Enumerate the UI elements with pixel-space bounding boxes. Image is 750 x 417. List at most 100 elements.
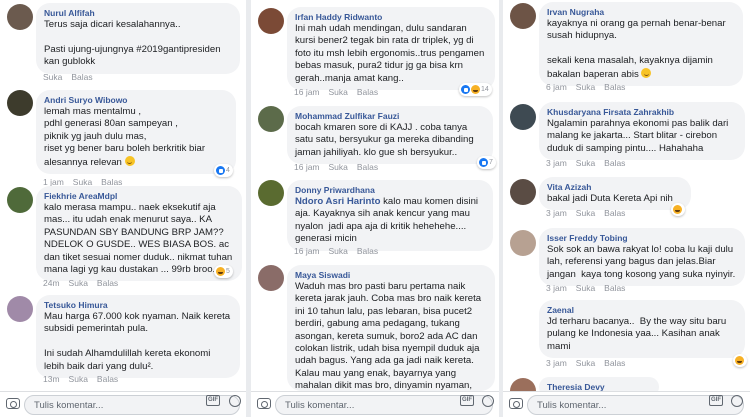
comment-bubble: Isser Freddy Tobing Sok sok an bawa raky… [539, 228, 745, 287]
avatar[interactable] [7, 296, 33, 322]
like-link[interactable]: Suka [69, 278, 88, 288]
commenter-name[interactable]: Vita Azizah [547, 181, 683, 193]
camera-icon[interactable] [509, 398, 523, 409]
avatar[interactable] [7, 187, 33, 213]
reaction-number: 7 [489, 159, 493, 166]
avatar[interactable] [510, 104, 536, 130]
like-link[interactable]: Suka [329, 87, 348, 97]
gif-icon[interactable]: GIF [460, 395, 474, 406]
comment-time[interactable]: 16 jam [294, 162, 320, 172]
camera-icon[interactable] [6, 398, 20, 409]
commenter-name[interactable]: Irvan Nugraha [547, 6, 735, 18]
sticker-icon[interactable] [731, 395, 743, 407]
like-link[interactable]: Suka [329, 162, 348, 172]
comment-text: Ndoro Asri Harinto kalo mau komen disini… [295, 196, 481, 245]
like-link[interactable]: Suka [329, 246, 348, 256]
haha-reaction-icon [216, 267, 225, 276]
commenter-name[interactable]: Khusdaryana Firsata Zahrakhib [547, 106, 737, 118]
avatar[interactable] [510, 179, 536, 205]
gif-icon[interactable]: GIF [709, 395, 723, 406]
reply-link[interactable]: Balas [357, 246, 378, 256]
reaction-count[interactable] [733, 354, 747, 367]
reply-link[interactable]: Balas [604, 158, 625, 168]
comments-panel-3: Irvan Nugraha kayaknya ni orang ga perna… [503, 0, 750, 417]
comment-actions: 13m Suka Balas [43, 374, 127, 384]
commenter-name[interactable]: Zaenal [547, 304, 737, 316]
reply-link[interactable]: Balas [357, 162, 378, 172]
like-link[interactable]: Suka [576, 158, 595, 168]
sticker-icon[interactable] [229, 395, 241, 407]
haha-reaction-icon [673, 205, 682, 214]
commenter-name[interactable]: Irfan Haddy Ridwanto [295, 11, 487, 23]
mention-link[interactable]: Ndoro Asri Harinto [295, 196, 380, 207]
reaction-count[interactable]: 5 [214, 265, 233, 278]
commenter-name[interactable]: Donny Priwardhana [295, 184, 485, 196]
comment-time[interactable]: 3 jam [546, 358, 567, 368]
comment-bubble: Nurul Alfifah Terus saja dicari kesalaha… [36, 3, 240, 74]
smile-emoji [124, 155, 135, 166]
gif-icon[interactable]: GIF [206, 395, 220, 406]
comment-bubble: Fiekhrie AreaMdpl kalo merasa mampu.. na… [36, 186, 242, 282]
laugh-emoji [641, 67, 652, 78]
avatar[interactable] [258, 106, 284, 132]
comment-actions: 3 jam Suka Balas [546, 283, 634, 293]
comments-panel-2: Irfan Haddy Ridwanto Ini mah udah mendin… [251, 0, 499, 417]
comment-time[interactable]: 13m [43, 374, 60, 384]
avatar[interactable] [510, 230, 536, 256]
reply-link[interactable]: Balas [97, 374, 118, 384]
comment-time[interactable]: 3 jam [546, 208, 567, 218]
avatar[interactable] [258, 8, 284, 34]
avatar[interactable] [7, 90, 33, 116]
commenter-name[interactable]: Nurul Alfifah [44, 7, 232, 19]
like-reaction-icon [216, 166, 225, 175]
like-reaction-icon [479, 158, 488, 167]
comment-bubble: Tetsuko Himura Mau harga 67.000 kok nyam… [36, 295, 240, 379]
avatar[interactable] [258, 265, 284, 291]
reaction-count[interactable] [671, 203, 685, 216]
reply-link[interactable]: Balas [604, 208, 625, 218]
reaction-number: 14 [481, 86, 489, 93]
comment-bubble: Maya Siswadi Waduh mas bro pasti baru pe… [287, 265, 495, 391]
like-link[interactable]: Suka [43, 72, 62, 82]
comment-bubble: Donny Priwardhana Ndoro Asri Harinto kal… [287, 180, 493, 251]
like-link[interactable]: Suka [576, 358, 595, 368]
reaction-count[interactable]: 4 [214, 164, 233, 177]
comment-bubble: Zaenal Jd terharu bacanya.. By the way s… [539, 300, 745, 359]
comment-text: Jd terharu bacanya.. By the way situ bar… [547, 316, 729, 352]
comment-time[interactable]: 6 jam [546, 82, 567, 92]
comment-actions: 16 jam Suka Balas [294, 162, 387, 172]
reply-link[interactable]: Balas [604, 283, 625, 293]
comment-time[interactable]: 16 jam [294, 87, 320, 97]
reply-link[interactable]: Balas [604, 82, 625, 92]
commenter-name[interactable]: Tetsuko Himura [44, 299, 232, 311]
commenter-name[interactable]: Maya Siswadi [295, 269, 487, 281]
reply-link[interactable]: Balas [71, 72, 92, 82]
reaction-count[interactable]: 7 [477, 156, 496, 169]
commenter-name[interactable]: Andri Suryo Wibowo [44, 94, 228, 106]
avatar[interactable] [510, 302, 536, 328]
camera-icon[interactable] [257, 398, 271, 409]
reply-link[interactable]: Balas [604, 358, 625, 368]
comment-bubble: Irfan Haddy Ridwanto Ini mah udah mendin… [287, 7, 495, 91]
avatar[interactable] [510, 3, 536, 29]
reply-link[interactable]: Balas [97, 278, 118, 288]
like-link[interactable]: Suka [576, 82, 595, 92]
sticker-icon[interactable] [482, 395, 494, 407]
comment-text: Ngalamin parahnya ekonomi pas balik dari… [547, 118, 731, 154]
like-link[interactable]: Suka [576, 283, 595, 293]
comment-time[interactable]: 3 jam [546, 158, 567, 168]
reaction-count[interactable]: 14 [459, 83, 492, 96]
like-link[interactable]: Suka [576, 208, 595, 218]
comment-text: Mau harga 67.000 kok nyaman. Naik kereta… [44, 311, 231, 372]
haha-reaction-icon [735, 356, 744, 365]
like-link[interactable]: Suka [69, 374, 88, 384]
reply-link[interactable]: Balas [357, 87, 378, 97]
comment-time[interactable]: 16 jam [294, 246, 320, 256]
comment-time[interactable]: 3 jam [546, 283, 567, 293]
commenter-name[interactable]: Mohammad Zulfikar Fauzi [295, 110, 485, 122]
comment-time[interactable]: 24m [43, 278, 60, 288]
commenter-name[interactable]: Fiekhrie AreaMdpl [44, 190, 234, 202]
avatar[interactable] [258, 180, 284, 206]
commenter-name[interactable]: Isser Freddy Tobing [547, 232, 737, 244]
avatar[interactable] [7, 4, 33, 30]
